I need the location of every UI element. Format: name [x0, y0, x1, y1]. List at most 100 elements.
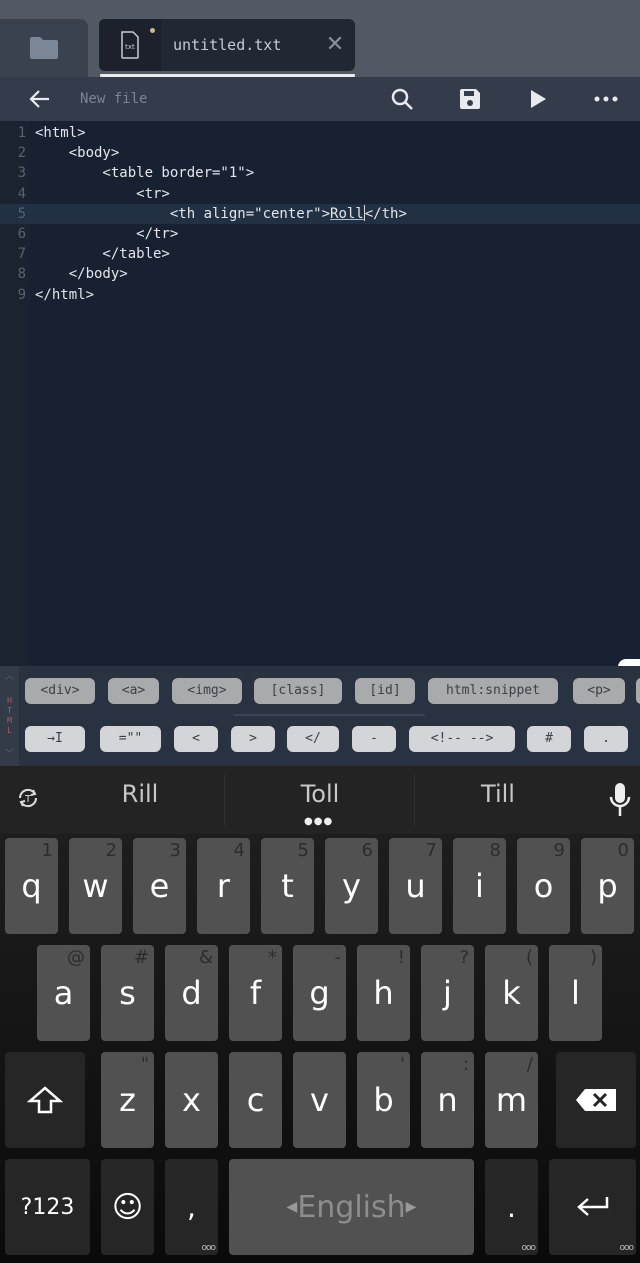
key-a[interactable]: a @ [37, 945, 90, 1041]
suggestion-3[interactable]: Till [418, 780, 578, 808]
snippet-3[interactable]: [class] [254, 678, 342, 704]
code-line[interactable]: 2 <body> [0, 143, 640, 163]
period-key[interactable]: . ooo [485, 1159, 538, 1255]
snippet-4[interactable]: [id] [355, 678, 415, 704]
code-line[interactable]: 9 </html> [0, 285, 640, 305]
key-k[interactable]: k( [485, 945, 538, 1041]
language-left-icon: ◀ [286, 1199, 298, 1215]
suggestion-2[interactable]: Toll [228, 780, 412, 808]
enter-key[interactable]: ooo [549, 1159, 636, 1255]
microphone-icon[interactable] [608, 782, 632, 818]
key-n[interactable]: n: [421, 1052, 474, 1148]
suggestion-strip: T Rill Toll ●●● Till [0, 766, 640, 834]
key-hint: : [462, 1054, 469, 1075]
key-u[interactable]: u7 [389, 838, 442, 934]
snippet-overflow[interactable] [636, 678, 640, 704]
key-q[interactable]: q1 [5, 838, 58, 934]
key-label: h [373, 974, 394, 1012]
more-icon: ooo [619, 1243, 633, 1253]
comma-key[interactable]: , ooo [165, 1159, 218, 1255]
key-label: j [443, 974, 452, 1012]
snippet-2[interactable]: <img> [172, 678, 242, 704]
key-s[interactable]: s # [101, 945, 154, 1041]
code-line[interactable]: 1 <html> [0, 123, 640, 143]
key-label: q [21, 867, 42, 905]
symbol-5[interactable]: - [352, 726, 396, 752]
suggestion-1[interactable]: Rill [60, 780, 220, 808]
snippet-5[interactable]: html:snippet [428, 678, 558, 704]
symbol-2[interactable]: < [174, 726, 218, 752]
code-line[interactable]: 8 </body> [0, 264, 640, 284]
tab-untitled[interactable]: txt untitled.txt ✕ [99, 19, 355, 71]
code-line[interactable]: 5 <th align="center">Roll</th> [0, 203, 640, 224]
shift-key[interactable] [5, 1052, 85, 1148]
save-button[interactable] [436, 77, 504, 121]
key-z[interactable]: z " [101, 1052, 154, 1148]
snippet-0[interactable]: <div> [25, 678, 95, 704]
key-label: o [533, 867, 554, 905]
snippet-scrollbar[interactable] [233, 714, 425, 716]
chevron-up-icon[interactable]: ︿ [5, 672, 15, 682]
key-c[interactable]: c [229, 1052, 282, 1148]
key-d[interactable]: d & [165, 945, 218, 1041]
text-correction-icon[interactable]: T [16, 786, 40, 810]
run-button[interactable] [504, 77, 572, 121]
code-line[interactable]: 6 </tr> [0, 224, 640, 244]
symbol-6[interactable]: <!-- --> [409, 726, 515, 752]
file-browser-button[interactable] [0, 19, 88, 77]
code-line[interactable]: 7 </table> [0, 244, 640, 264]
symbol-0[interactable]: →I [25, 726, 85, 752]
key-e[interactable]: e3 [133, 838, 186, 934]
code-line[interactable]: 3 <table border="1"> [0, 163, 640, 183]
key-m[interactable]: m / [485, 1052, 538, 1148]
key-i[interactable]: i8 [453, 838, 506, 934]
snippet-language-switcher[interactable]: ︿ HTML ﹀ [0, 666, 19, 766]
symbol-8[interactable]: . [584, 726, 628, 752]
code-text: <tr> [35, 185, 170, 202]
code-editor[interactable]: 1 <html> 2 <body> 3 <table border="1"> 4 <tr… [0, 121, 640, 711]
space-key[interactable]: ◀ English ▶ [229, 1159, 474, 1255]
symbol-4[interactable]: </ [287, 726, 339, 752]
key-r[interactable]: r4 [197, 838, 250, 934]
key-f[interactable]: f * [229, 945, 282, 1041]
close-tab-icon[interactable]: ✕ [315, 19, 355, 71]
symbol-7[interactable]: # [527, 726, 571, 752]
key-t[interactable]: t5 [261, 838, 314, 934]
key-p[interactable]: p0 [581, 838, 634, 934]
key-hint: - [334, 947, 342, 968]
search-button[interactable] [368, 77, 436, 121]
tab-bar: txt untitled.txt ✕ [0, 0, 640, 77]
divider [414, 774, 415, 826]
key-label: k [502, 974, 521, 1012]
key-hint: * [268, 947, 277, 968]
back-button[interactable] [0, 89, 80, 109]
more-menu-button[interactable] [572, 77, 640, 121]
key-hint: # [133, 947, 149, 968]
key-hint: 2 [105, 840, 117, 861]
key-j[interactable]: j? [421, 945, 474, 1041]
key-h[interactable]: h! [357, 945, 410, 1041]
backspace-key[interactable] [556, 1052, 636, 1148]
key-b[interactable]: b ' [357, 1052, 410, 1148]
key-g[interactable]: g- [293, 945, 346, 1041]
svg-text:txt: txt [125, 43, 135, 51]
key-y[interactable]: y6 [325, 838, 378, 934]
key-w[interactable]: w2 [69, 838, 122, 934]
line-number: 7 [17, 246, 26, 263]
key-x[interactable]: x [165, 1052, 218, 1148]
key-l[interactable]: l) [549, 945, 602, 1041]
more-suggestions-icon[interactable]: ●●● [304, 816, 333, 827]
key-label: p [597, 867, 618, 905]
key-o[interactable]: o9 [517, 838, 570, 934]
symbol-3[interactable]: > [231, 726, 275, 752]
key-label: f [249, 974, 262, 1012]
code-line[interactable]: 4 <tr> [0, 184, 640, 204]
symbols-key[interactable]: ?123 [5, 1159, 90, 1255]
key-v[interactable]: v [293, 1052, 346, 1148]
snippet-1[interactable]: <a> [108, 678, 159, 704]
symbol-1[interactable]: ="" [100, 726, 161, 752]
emoji-key[interactable]: ☺ [101, 1159, 154, 1255]
key-hint: @ [67, 947, 85, 968]
chevron-down-icon[interactable]: ﹀ [5, 750, 15, 760]
snippet-6[interactable]: <p> [573, 678, 625, 704]
